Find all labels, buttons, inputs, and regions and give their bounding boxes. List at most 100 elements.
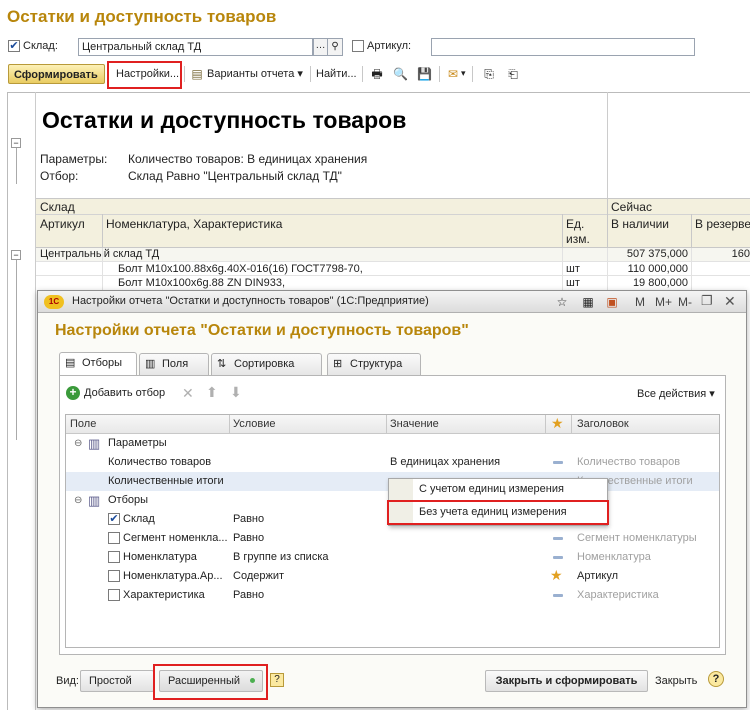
- tab-filters[interactable]: ▤ Отборы: [59, 352, 137, 376]
- row-checkbox[interactable]: [108, 532, 120, 544]
- report-row-available: 110 000,000: [627, 263, 688, 275]
- all-actions-button[interactable]: Все действия ▾: [637, 387, 715, 400]
- header-sep: [571, 415, 572, 434]
- compare-report-icon[interactable]: ⎗: [506, 67, 520, 81]
- row-checkbox[interactable]: ✔: [108, 513, 120, 525]
- preview-icon[interactable]: 🔍: [393, 67, 408, 81]
- row-field: Отборы: [108, 494, 149, 506]
- tab-sorting[interactable]: ⇅ Сортировка: [211, 353, 322, 375]
- params-label: Параметры:: [40, 152, 108, 166]
- save-icon[interactable]: 💾: [417, 67, 432, 81]
- row-line: [36, 261, 750, 262]
- report-row-name: Болт М10х100х6g.88 ZN DIN933,: [118, 277, 286, 289]
- col-warehouse: Склад: [40, 200, 75, 214]
- row-value[interactable]: В единицах хранения: [390, 453, 500, 472]
- mail-icon[interactable]: ✉: [446, 67, 460, 81]
- move-down-icon[interactable]: ⬇: [230, 384, 242, 401]
- row-checkbox[interactable]: [108, 551, 120, 563]
- restore-icon[interactable]: ❐: [701, 293, 713, 309]
- tab-fields[interactable]: ▥ Поля: [139, 353, 209, 375]
- header-divider: [36, 214, 750, 215]
- help-icon[interactable]: ?: [708, 671, 724, 687]
- col-available: В наличии: [611, 217, 670, 231]
- settings-highlight: [107, 61, 182, 89]
- collapse-icon[interactable]: −: [11, 250, 21, 260]
- close-button[interactable]: Закрыть: [655, 675, 697, 687]
- report-variants-label: Варианты отчета: [207, 68, 295, 80]
- row-col-line: [102, 248, 103, 290]
- col-nomenclature: Номенклатура, Характеристика: [106, 217, 283, 231]
- help-small-button[interactable]: ?: [270, 673, 284, 687]
- sorting-tab-icon: ⇅: [217, 358, 227, 370]
- parameters-icon: ▥: [88, 436, 101, 451]
- find-button[interactable]: Найти...: [311, 64, 362, 84]
- close-icon[interactable]: ✕: [724, 293, 736, 310]
- filters-group-icon: ▥: [88, 493, 101, 508]
- tab-structure[interactable]: ⊞ Структура: [327, 353, 421, 375]
- memory-plus-button[interactable]: M+: [655, 295, 672, 309]
- view-simple-button[interactable]: Простой: [80, 670, 154, 692]
- tab-sorting-label: Сортировка: [234, 358, 295, 370]
- row-condition[interactable]: Равно: [233, 510, 264, 529]
- article-input[interactable]: [431, 38, 695, 56]
- row-condition[interactable]: В группе из списка: [233, 548, 329, 567]
- article-checkbox[interactable]: [352, 40, 364, 52]
- header-sep: [229, 415, 230, 434]
- row-header: Характеристика: [577, 589, 659, 601]
- col-value: Значение: [390, 418, 439, 430]
- row-condition[interactable]: Равно: [233, 586, 264, 605]
- dialog-titlebar: 1С Настройки отчета "Остатки и доступнос…: [38, 291, 746, 313]
- warehouse-input[interactable]: Центральный склад ТД: [78, 38, 313, 56]
- collapse-icon[interactable]: −: [11, 138, 21, 148]
- group-line: [16, 260, 17, 440]
- row-col-line: [607, 248, 608, 290]
- report-row-name: Болт М10х100.88х6g.40Х-016(16) ГОСТ7798-…: [118, 263, 363, 275]
- collapse-icon[interactable]: ⊖: [74, 495, 82, 506]
- row-checkbox[interactable]: [108, 589, 120, 601]
- report-row-reserve: 160: [731, 248, 750, 260]
- star-icon[interactable]: ☆: [555, 295, 569, 309]
- chevron-down-icon[interactable]: ▾: [461, 68, 466, 79]
- star-column-icon: ★: [551, 415, 564, 431]
- star-icon[interactable]: ★: [550, 567, 563, 584]
- copy-report-icon[interactable]: ⎘: [482, 67, 496, 81]
- col-unit: Ед. изм.: [566, 217, 590, 246]
- close-and-generate-button[interactable]: Закрыть и сформировать: [485, 670, 648, 692]
- use-toggle-icon[interactable]: [553, 594, 563, 597]
- warehouse-checkbox[interactable]: ✔: [8, 40, 20, 52]
- filters-panel: + Добавить отбор ✕ ⬆ ⬇ Все действия ▾ По…: [59, 375, 726, 655]
- dialog-title: Настройки отчета "Остатки и доступность …: [55, 322, 469, 339]
- calendar-icon[interactable]: ▣: [605, 295, 619, 309]
- use-toggle-icon[interactable]: [553, 537, 563, 540]
- report-variants-button[interactable]: Варианты отчета ▾: [202, 64, 308, 84]
- use-toggle-icon[interactable]: [553, 461, 563, 464]
- row-condition[interactable]: Равно: [233, 529, 264, 548]
- memory-button[interactable]: M: [635, 295, 645, 309]
- filters-table: Поле Условие Значение ★ Заголовок ⊖ ▥ Па…: [65, 414, 720, 648]
- warehouse-choose-button[interactable]: …: [313, 38, 328, 56]
- dropdown-option[interactable]: С учетом единиц измерения: [419, 483, 564, 495]
- row-field: Количественные итоги: [108, 475, 224, 487]
- settings-dialog: 1С Настройки отчета "Остатки и доступнос…: [37, 290, 747, 708]
- report-title: Остатки и доступность товаров: [42, 107, 407, 133]
- report-header-line: [607, 92, 608, 198]
- calculator-icon[interactable]: ▦: [581, 295, 595, 309]
- filters-tab-icon: ▤: [65, 357, 76, 369]
- row-condition[interactable]: Содержит: [233, 567, 284, 586]
- row-header: Сегмент номенклатуры: [577, 532, 697, 544]
- search-icon[interactable]: ⚲: [327, 38, 343, 56]
- row-checkbox[interactable]: [108, 570, 120, 582]
- generate-button[interactable]: Сформировать: [8, 64, 105, 84]
- tab-fields-label: Поля: [162, 358, 189, 370]
- memory-minus-button[interactable]: M-: [678, 295, 692, 309]
- col-header: Заголовок: [577, 418, 629, 430]
- add-filter-button[interactable]: Добавить отбор: [84, 387, 165, 399]
- collapse-icon[interactable]: ⊖: [74, 438, 82, 449]
- move-up-icon[interactable]: ⬆: [206, 384, 218, 401]
- delete-icon[interactable]: ✕: [182, 385, 194, 402]
- report-row-available: 19 800,000: [632, 277, 688, 289]
- row-header: Количество товаров: [577, 456, 681, 468]
- use-toggle-icon[interactable]: [553, 556, 563, 559]
- print-icon[interactable]: 🖶: [370, 67, 384, 81]
- all-actions-label: Все действия: [637, 388, 707, 400]
